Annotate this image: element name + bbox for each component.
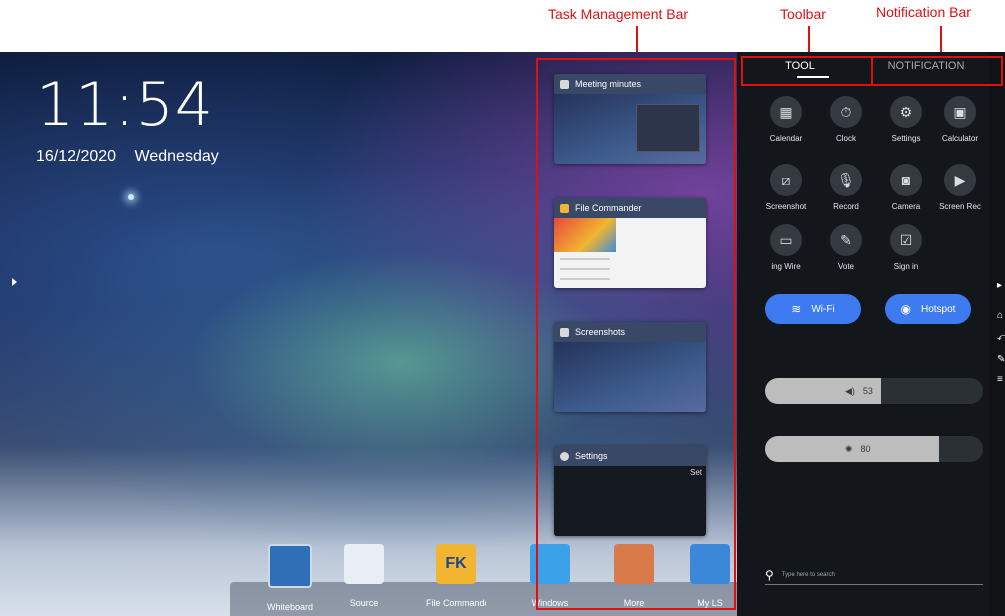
search-input[interactable]: ⚲ Type here to search (765, 566, 983, 585)
tool-calculator[interactable]: ▣ Calculator (929, 96, 991, 143)
search-icon: ⚲ (765, 568, 774, 582)
task-management-bar-annotation: Task Management Bar (548, 6, 689, 22)
date-text: 16/12/2020 (36, 148, 117, 165)
tool-screen-rec[interactable]: ▶ Screen Rec (929, 164, 991, 211)
wifi-icon: ≋ (791, 302, 802, 316)
tool-label: Clock (835, 134, 856, 143)
tool-vote[interactable]: ✎ Vote (815, 224, 877, 271)
back-icon[interactable]: ⤺ (997, 332, 1005, 343)
calculator-icon: ▣ (944, 96, 976, 128)
clock-date: 16/12/2020 Wednesday (36, 148, 233, 166)
tool-camera[interactable]: ◙ Camera (875, 164, 937, 211)
menu-icon[interactable]: ≡ (997, 374, 1003, 385)
file-commander-icon: FK (436, 544, 476, 584)
device-screen: 11:54 16/12/2020 Wednesday Meeting minut… (0, 52, 1005, 616)
dock-app-label: Source (349, 598, 379, 608)
brightness-slider[interactable]: ✺ 80 (765, 436, 983, 462)
pen-icon[interactable]: ✎ (997, 354, 1005, 365)
volume-slider[interactable]: ◀) 53 (765, 378, 983, 404)
brightness-icon: ✺ (845, 444, 853, 454)
tool-label: Screenshot (765, 202, 807, 211)
star-glow (128, 194, 134, 200)
side-panel: TOOL NOTIFICATION ▦ Calendar ⏱ Clock ⚙ Sett… (737, 52, 989, 616)
microphone-icon: 🎙 (830, 164, 862, 196)
vote-icon: ✎ (830, 224, 862, 256)
clock-time: 11:54 (36, 70, 214, 140)
chevron-right-icon[interactable]: ▸ (997, 280, 1002, 291)
tool-sign-in[interactable]: ☑ Sign in (875, 224, 937, 271)
tool-label: Calendar (769, 134, 803, 143)
clock-icon: ⏱ (830, 96, 862, 128)
tool-label: Sign in (893, 262, 919, 271)
dock-app-label: Whiteboard (266, 602, 314, 612)
side-edge-bar: ▸ ⌂ ⤺ ✎ ≡ (989, 52, 1005, 616)
task-bar-highlight (536, 58, 736, 610)
tool-label: ing Wire (771, 262, 801, 271)
dock-app-source[interactable]: Source (334, 544, 394, 608)
calendar-icon: ▦ (770, 96, 802, 128)
brightness-value: 80 (860, 444, 871, 454)
search-placeholder: Type here to search (781, 572, 835, 578)
toolbar-annotation: Toolbar (780, 6, 826, 22)
dock-app-label: File Commander (426, 598, 486, 608)
wifi-label: Wi-Fi (811, 303, 835, 315)
tool-settings[interactable]: ⚙ Settings (875, 96, 937, 143)
tool-label: Calculator (941, 134, 978, 143)
wifi-toggle[interactable]: ≋ Wi-Fi (765, 294, 861, 324)
tool-calendar[interactable]: ▦ Calendar (755, 96, 817, 143)
hotspot-icon: ◉ (900, 302, 911, 316)
notification-bar-annotation: Notification Bar (876, 4, 971, 20)
tool-wireless-sharing[interactable]: ▭ ing Wire (755, 224, 817, 271)
source-icon (344, 544, 384, 584)
dock-app-whiteboard[interactable]: Whiteboard (260, 544, 320, 612)
notification-bar-highlight (871, 56, 1003, 86)
volume-icon: ◀) (845, 386, 855, 396)
whiteboard-icon (268, 544, 312, 588)
tool-label: Settings (891, 134, 921, 143)
sign-in-icon: ☑ (890, 224, 922, 256)
hotspot-label: Hotspot (921, 303, 956, 315)
hotspot-toggle[interactable]: ◉ Hotspot (885, 294, 971, 324)
volume-value: 53 (862, 386, 873, 396)
screen-record-icon: ▶ (944, 164, 976, 196)
tool-label: Screen Rec (939, 202, 981, 211)
tool-label: Record (833, 202, 859, 211)
gear-icon: ⚙ (890, 96, 922, 128)
toolbar-highlight (741, 56, 873, 86)
camera-icon: ◙ (890, 164, 922, 196)
tool-label: Vote (837, 262, 854, 271)
dock-app-file-commander[interactable]: FK File Commander (426, 544, 486, 608)
tool-clock[interactable]: ⏱ Clock (815, 96, 877, 143)
expand-left-icon[interactable] (12, 278, 17, 286)
screenshot-icon: ⧄ (770, 164, 802, 196)
home-icon[interactable]: ⌂ (997, 310, 1003, 321)
tool-label: Camera (891, 202, 921, 211)
weekday-text: Wednesday (134, 148, 219, 165)
screen-share-icon: ▭ (770, 224, 802, 256)
tool-record[interactable]: 🎙 Record (815, 164, 877, 211)
tool-screenshot[interactable]: ⧄ Screenshot (755, 164, 817, 211)
